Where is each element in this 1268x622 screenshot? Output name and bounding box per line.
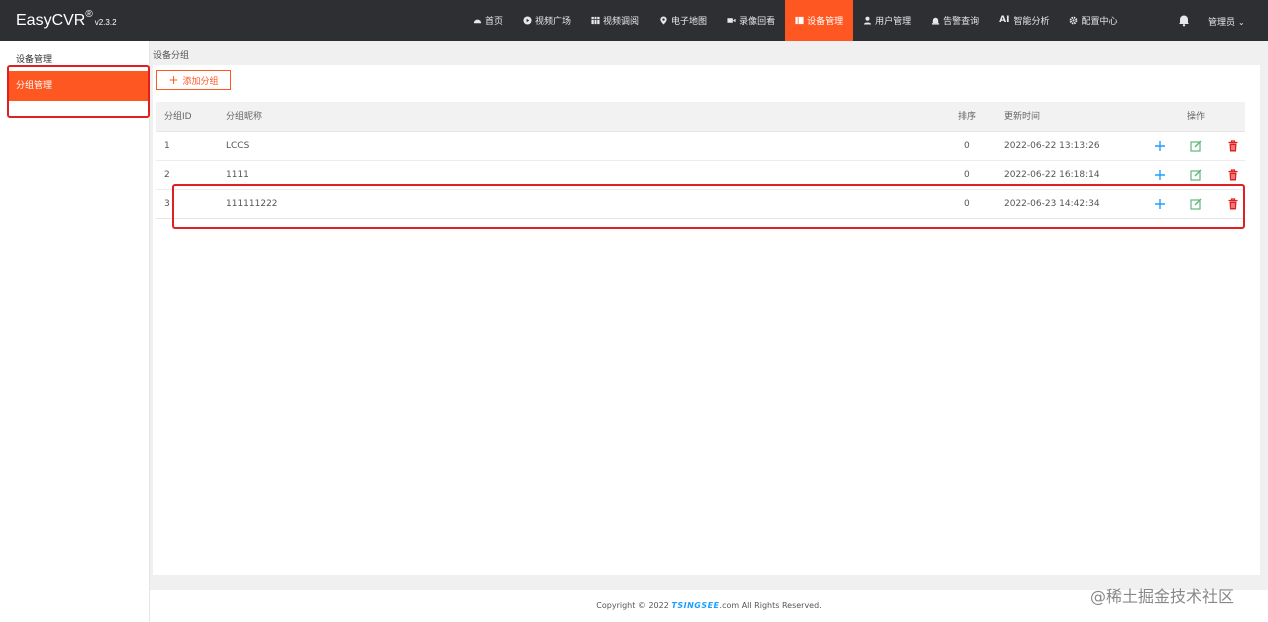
nav-item-map[interactable]: 电子地图 (649, 0, 717, 41)
cell-id: 1 (164, 141, 170, 151)
cell-id: 3 (164, 199, 170, 209)
gear-icon (1070, 16, 1078, 25)
video-camera-icon (727, 18, 736, 23)
ai-icon: AI (999, 15, 1010, 25)
nav-item-config-center[interactable]: 配置中心 (1059, 0, 1127, 41)
sidebar-section-title[interactable]: 设备管理 (16, 52, 52, 65)
sidebar-item-group-management[interactable]: 分组管理 (8, 71, 148, 101)
nav-item-label: 用户管理 (875, 17, 912, 27)
cell-time: 2022-06-22 16:18:14 (1004, 170, 1100, 180)
add-group-label: 添加分组 (182, 76, 219, 87)
plus-icon: + (168, 73, 179, 87)
delete-icon[interactable] (1226, 139, 1240, 153)
copyright-prefix: Copyright © 2022 (596, 601, 669, 610)
nav-item-label: 视频广场 (535, 17, 572, 27)
table-row: 3 111111222 0 2022-06-23 14:42:34 (156, 190, 1245, 219)
copyright-suffix: .com All Rights Reserved. (719, 601, 822, 610)
cell-id: 2 (164, 170, 170, 180)
nav-item-video-square[interactable]: 视频广场 (513, 0, 581, 41)
cell-time: 2022-06-22 13:13:26 (1004, 141, 1100, 151)
user-name: 管理员 (1208, 18, 1236, 28)
table-row: 2 1111 0 2022-06-22 16:18:14 (156, 161, 1245, 190)
grid-icon (591, 16, 600, 25)
table-row: 1 LCCS 0 2022-06-22 13:13:26 (156, 132, 1245, 161)
sidebar: 设备管理 分组管理 (0, 41, 150, 622)
cell-sort: 0 (964, 141, 970, 151)
device-icon (795, 16, 804, 25)
add-group-button[interactable]: + 添加分组 (156, 70, 231, 90)
play-circle-icon (523, 16, 532, 25)
cell-time: 2022-06-23 14:42:34 (1004, 199, 1100, 209)
nav-item-label: 设备管理 (807, 17, 844, 27)
nav-item-label: 告警查询 (943, 17, 980, 27)
cell-name: LCCS (226, 141, 250, 151)
registered-mark: ® (85, 9, 93, 20)
cell-name: 111111222 (226, 199, 278, 209)
nav-item-video-view[interactable]: 视频调阅 (581, 0, 649, 41)
cell-sort: 0 (964, 199, 970, 209)
app-version: v2.3.2 (94, 18, 117, 27)
watermark: @稀土掘金技术社区 (1090, 587, 1235, 606)
bell-icon[interactable] (1177, 13, 1191, 27)
chevron-down-icon: ⌄ (1238, 18, 1245, 27)
nav-item-label: 配置中心 (1081, 17, 1118, 27)
tsingsee-logo[interactable]: TSINGSEE (671, 601, 719, 610)
brand-name: EasyCVR (16, 12, 86, 29)
cell-name: 1111 (226, 170, 249, 180)
column-header-ops: 操作 (1187, 112, 1206, 122)
cell-sort: 0 (964, 170, 970, 180)
user-icon (863, 16, 872, 25)
nav-item-smart-analysis[interactable]: AI 智能分析 (989, 0, 1059, 41)
column-header-sort: 排序 (958, 112, 977, 122)
nav-item-label: 首页 (485, 17, 504, 27)
map-pin-icon (660, 16, 667, 25)
nav-item-home[interactable]: 首页 (463, 0, 513, 41)
edit-icon[interactable] (1189, 139, 1203, 153)
nav-item-label: 视频调阅 (603, 17, 640, 27)
edit-icon[interactable] (1189, 168, 1203, 182)
alarm-icon (932, 17, 940, 25)
delete-icon[interactable] (1226, 197, 1240, 211)
group-table: 分组ID 分组昵称 排序 更新时间 操作 1 LCCS 0 2022-06-22… (156, 102, 1245, 219)
top-navbar: EasyCVR®v2.3.2 首页 视频广场 视频调阅 电子地图 录像回看 设备… (0, 0, 1268, 41)
add-device-icon[interactable] (1153, 197, 1167, 211)
column-header-name: 分组昵称 (226, 112, 263, 122)
breadcrumb: 设备分组 (153, 51, 190, 61)
nav-item-label: 电子地图 (671, 17, 708, 27)
add-device-icon[interactable] (1153, 139, 1167, 153)
content-panel: + 添加分组 分组ID 分组昵称 排序 更新时间 操作 1 LCCS 0 202… (153, 65, 1260, 575)
nav-item-label: 智能分析 (1013, 17, 1050, 27)
nav-item-user-management[interactable]: 用户管理 (853, 0, 921, 41)
main-nav: 首页 视频广场 视频调阅 电子地图 录像回看 设备管理 用户管理 告警查询 AI… (463, 0, 1127, 41)
edit-icon[interactable] (1189, 197, 1203, 211)
delete-icon[interactable] (1226, 168, 1240, 182)
column-header-time: 更新时间 (1004, 112, 1041, 122)
brand-logo[interactable]: EasyCVR®v2.3.2 (16, 9, 117, 30)
nav-item-alarm-query[interactable]: 告警查询 (921, 0, 989, 41)
add-device-icon[interactable] (1153, 168, 1167, 182)
nav-item-label: 录像回看 (739, 17, 776, 27)
nav-item-device-management[interactable]: 设备管理 (785, 0, 854, 41)
nav-item-playback[interactable]: 录像回看 (717, 0, 785, 41)
user-menu[interactable]: 管理员 ⌄ (1208, 15, 1245, 28)
table-header: 分组ID 分组昵称 排序 更新时间 操作 (156, 102, 1245, 132)
column-header-id: 分组ID (164, 112, 192, 122)
dashboard-icon (473, 19, 482, 24)
